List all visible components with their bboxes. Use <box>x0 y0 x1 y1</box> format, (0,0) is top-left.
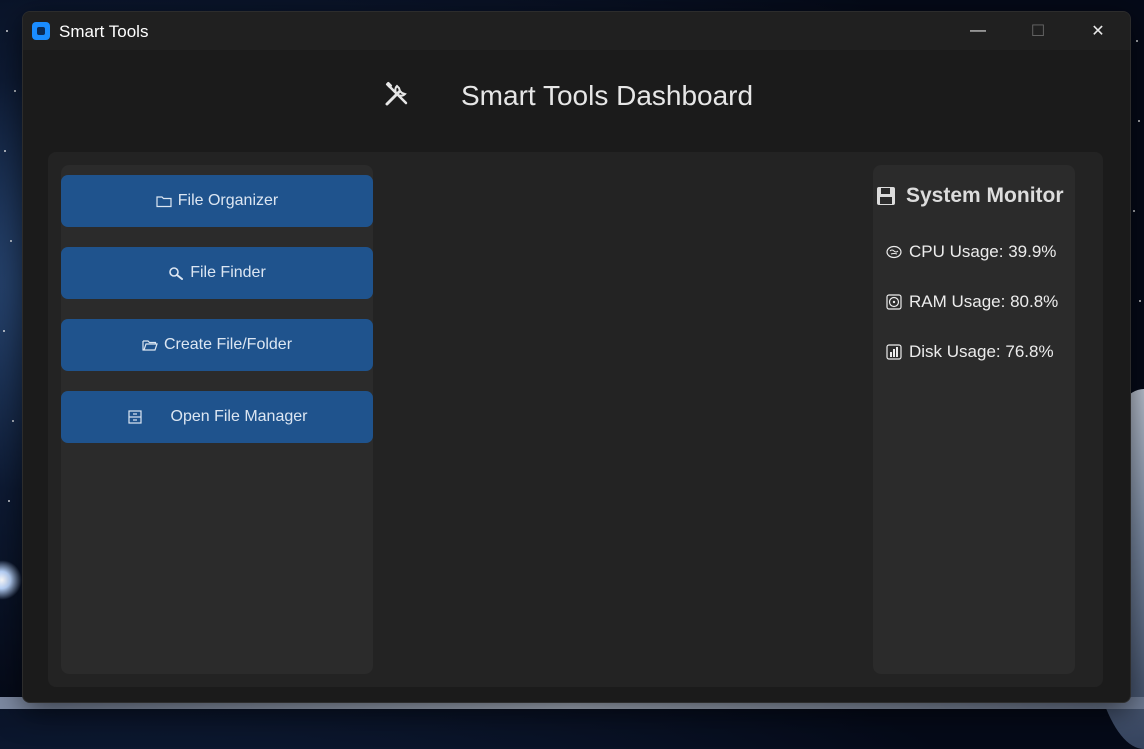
cpu-usage-label: CPU Usage: 39.9% <box>909 242 1057 261</box>
tools-sidebar: File Organizer File Finder Create File/F… <box>61 165 373 674</box>
file-finder-label: File Finder <box>190 264 266 281</box>
minimize-button[interactable]: — <box>949 12 1007 50</box>
file-organizer-label: File Organizer <box>177 192 279 209</box>
create-file-folder-label: Create File/Folder <box>163 336 293 353</box>
close-button[interactable]: ✕ <box>1069 12 1127 50</box>
system-monitor-card: System Monitor CPU Usage: 39.9% RAM Usag… <box>873 165 1075 674</box>
ram-usage-label: RAM Usage: 80.8% <box>909 292 1059 311</box>
window-title: Smart Tools <box>59 22 149 41</box>
smart-tools-window: Smart Tools — ☐ ✕ Smart Tools Dashboard … <box>22 11 1131 703</box>
disc-icon <box>886 294 902 310</box>
create-file-folder-button[interactable]: Create File/Folder <box>61 319 373 371</box>
magnifier-icon <box>169 267 184 280</box>
system-monitor-title: System Monitor <box>906 184 1064 207</box>
maximize-button[interactable]: ☐ <box>1009 12 1067 50</box>
file-finder-button[interactable]: File Finder <box>61 247 373 299</box>
brain-icon <box>886 245 902 259</box>
file-organizer-button[interactable]: File Organizer <box>61 175 373 227</box>
cpu-usage: CPU Usage: 39.9% <box>886 242 1056 262</box>
folder-icon <box>156 196 172 208</box>
disk-usage-label: Disk Usage: 76.8% <box>909 342 1054 361</box>
file-cabinet-icon <box>127 410 142 424</box>
disk-usage: Disk Usage: 76.8% <box>886 342 1054 362</box>
page-title: Smart Tools Dashboard <box>461 80 754 111</box>
tools-icon <box>385 81 408 106</box>
bar-chart-icon <box>886 344 902 360</box>
ram-usage: RAM Usage: 80.8% <box>886 292 1058 312</box>
open-folder-icon <box>142 340 158 351</box>
open-file-manager-button[interactable]: Open File Manager <box>61 391 373 443</box>
open-file-manager-label: Open File Manager <box>170 408 308 425</box>
main-panel: File Organizer File Finder Create File/F… <box>48 152 1103 687</box>
floppy-disk-icon <box>877 187 895 205</box>
system-monitor-heading: System Monitor <box>876 184 1086 208</box>
app-icon <box>32 22 50 40</box>
dashboard-header: Smart Tools Dashboard <box>23 50 1130 150</box>
title-bar[interactable]: Smart Tools — ☐ ✕ <box>23 12 1130 50</box>
